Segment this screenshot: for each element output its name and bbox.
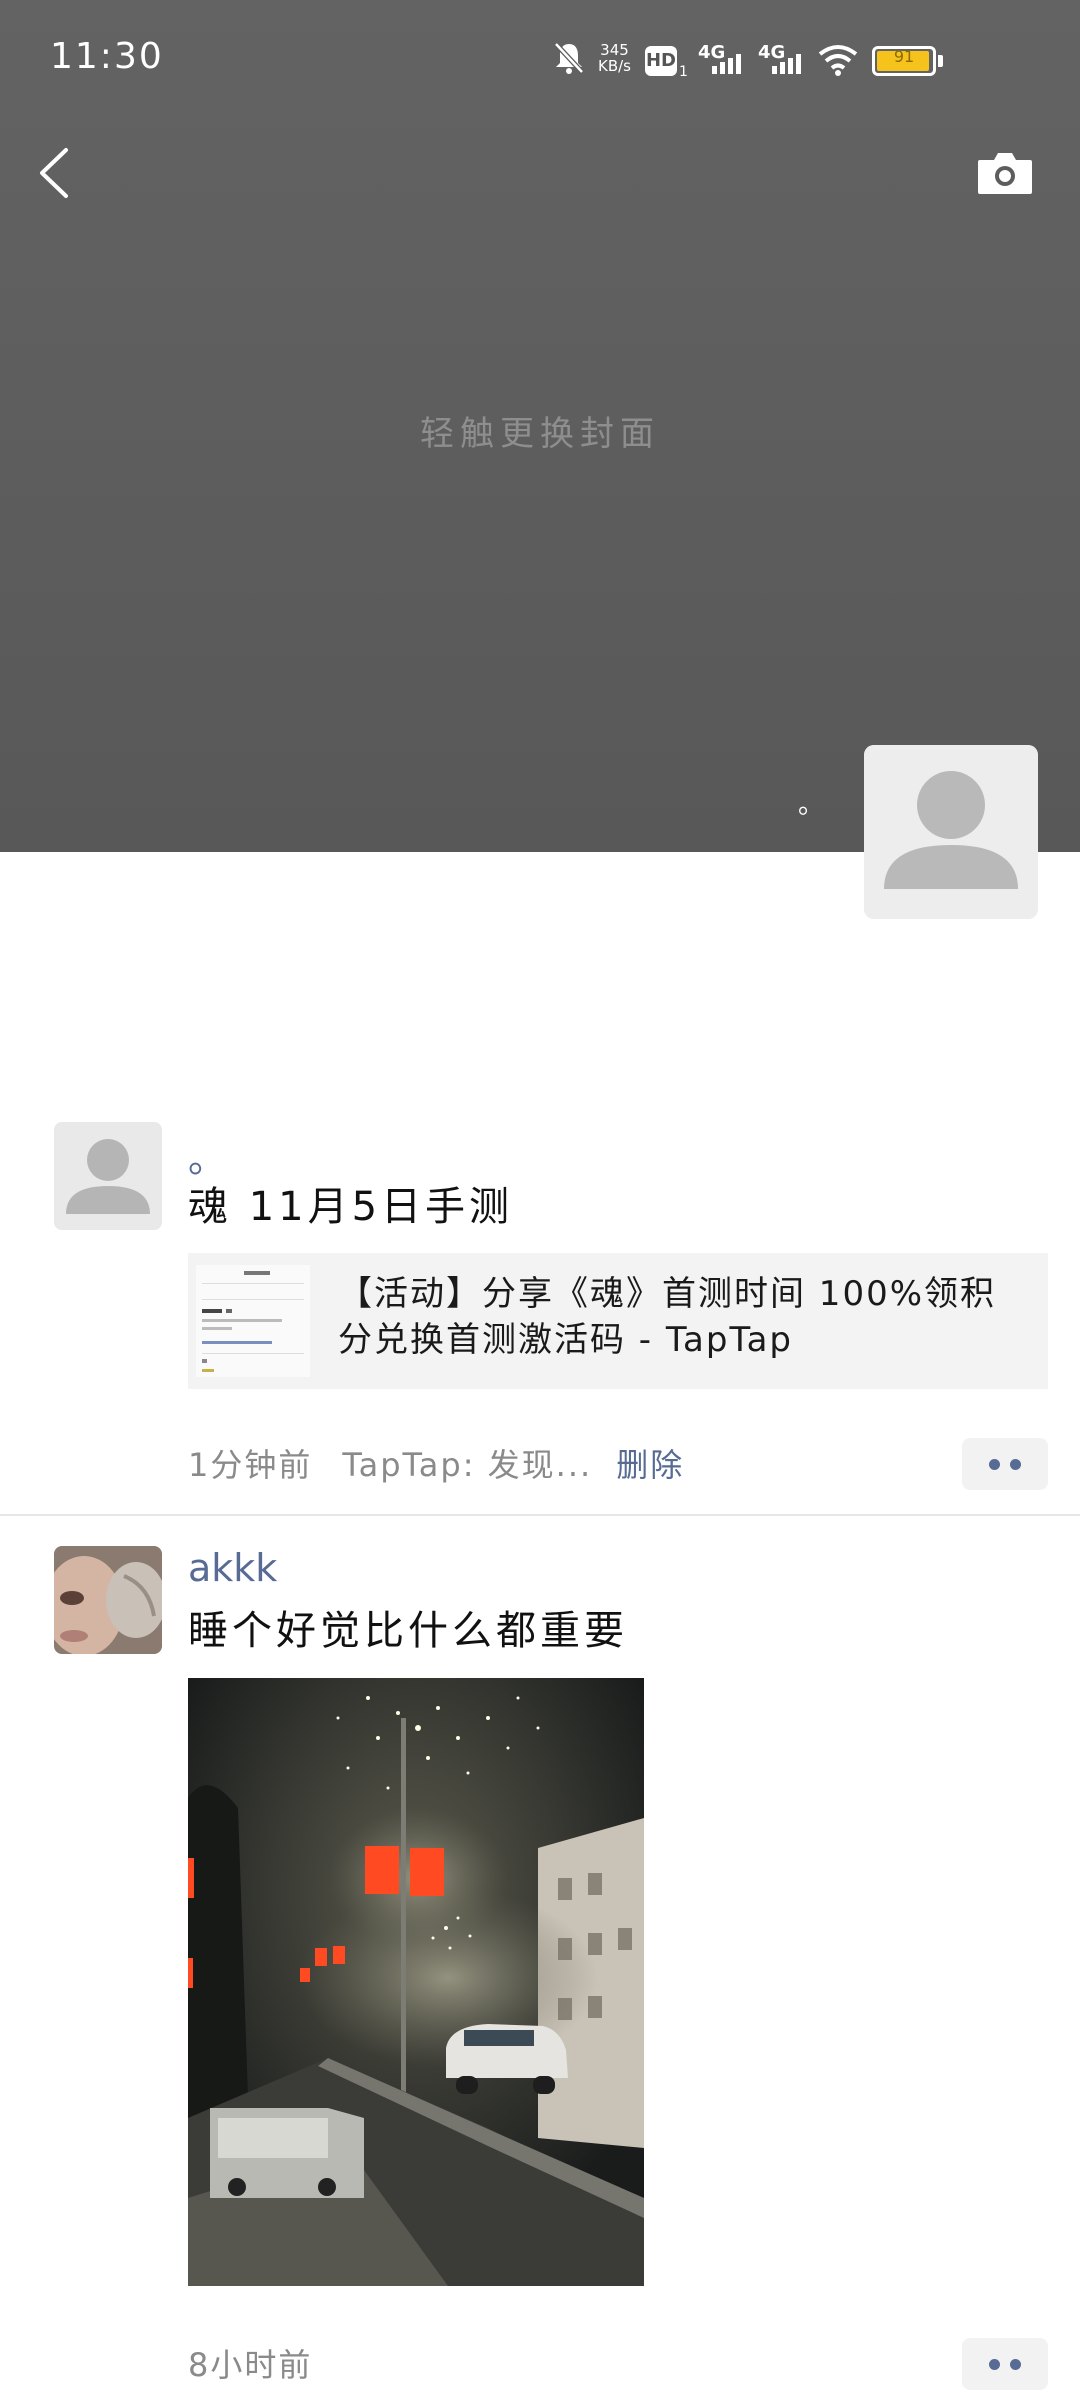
post-source[interactable]: TapTap: 发现... (342, 1446, 592, 1484)
post-text: 睡个好觉比什么都重要 (188, 1608, 628, 1654)
link-title: 【活动】分享《魂》首测时间 100%领积分兑换首测激活码 - TapTap (338, 1274, 997, 1360)
dot-icon (989, 2359, 1000, 2370)
article-thumbnail-image (196, 1265, 310, 1377)
signal-icon (772, 54, 804, 74)
post-time: 8小时前 (188, 2346, 313, 2384)
battery-icon: 91 (872, 46, 936, 76)
dot-icon (1010, 2359, 1021, 2370)
post-meta: 1分钟前 TapTap: 发现... 删除 (188, 1440, 684, 1486)
link-card[interactable]: 【活动】分享《魂》首测时间 100%领积分兑换首测激活码 - TapTap (188, 1253, 1048, 1389)
chevron-left-icon[interactable] (36, 146, 76, 200)
more-options-button[interactable] (962, 1438, 1048, 1490)
delete-button[interactable]: 删除 (616, 1446, 684, 1484)
profile-avatar[interactable] (864, 745, 1038, 919)
net-speed-value: 345 (600, 41, 629, 59)
post-avatar[interactable] (54, 1122, 162, 1230)
post-author[interactable]: akkk (188, 1546, 277, 1590)
default-avatar-icon (54, 1122, 162, 1230)
dot-icon (989, 1459, 1000, 1470)
dot-icon (1010, 1459, 1021, 1470)
user-photo-avatar (54, 1546, 162, 1654)
post-avatar[interactable] (54, 1546, 162, 1654)
hd-sub-label: 1 (679, 64, 688, 80)
link-thumbnail (196, 1265, 310, 1377)
signal-icon (712, 54, 744, 74)
post-time: 1分钟前 (188, 1446, 313, 1484)
battery-tip (938, 55, 943, 67)
post-text: 魂 11月5日手测 (188, 1184, 514, 1230)
status-bar: 11:30 345 KB/s HD 1 4G 4G 91 (0, 0, 1080, 120)
hd-icon: HD (645, 46, 677, 76)
post-photo[interactable] (188, 1678, 644, 2286)
mute-bell-icon (554, 42, 584, 74)
change-cover-hint[interactable]: 轻触更换封面 (0, 406, 1080, 455)
battery-level: 91 (893, 47, 915, 66)
wifi-icon (818, 45, 858, 76)
default-avatar-icon (864, 745, 1038, 919)
fireworks-street-photo (188, 1678, 644, 2286)
net-speed: 345 KB/s (598, 42, 631, 74)
post-meta: 8小时前 (188, 2340, 312, 2386)
divider (0, 1514, 1080, 1516)
camera-icon[interactable] (976, 150, 1034, 196)
profile-name: 。 (798, 790, 825, 820)
status-time: 11:30 (50, 36, 164, 77)
net-speed-unit: KB/s (598, 57, 631, 75)
more-options-button[interactable] (962, 2338, 1048, 2390)
